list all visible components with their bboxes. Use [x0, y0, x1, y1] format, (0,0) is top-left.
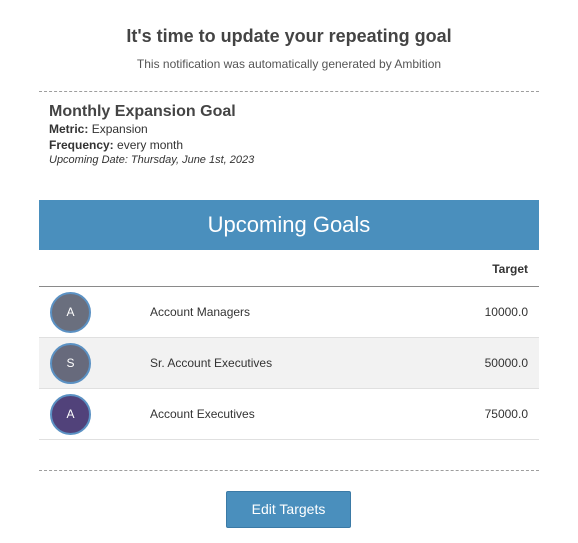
row-target-value: 10000.0: [484, 305, 528, 319]
row-target-value: 75000.0: [484, 407, 528, 421]
table-header: Target: [39, 250, 539, 287]
goal-metric-label: Metric:: [49, 122, 89, 136]
page-subtitle: This notification was automatically gene…: [136, 57, 442, 71]
avatar: A: [50, 292, 91, 333]
edit-targets-button[interactable]: Edit Targets: [226, 491, 351, 528]
top-divider: [39, 91, 539, 92]
row-target-value: 50000.0: [484, 356, 528, 370]
bottom-divider: [39, 470, 539, 471]
goal-metric-value: Expansion: [91, 122, 148, 136]
upcoming-goals-banner: Upcoming Goals: [39, 200, 539, 250]
avatar: A: [50, 394, 91, 435]
row-team-name: Account Managers: [150, 305, 251, 319]
goal-info: Monthly Expansion Goal Metric: Expansion…: [49, 103, 529, 168]
row-team-name: Account Executives: [150, 407, 255, 421]
table-row: S Sr. Account Executives 50000.0: [39, 338, 539, 389]
goal-frequency: Frequency: every month: [49, 137, 529, 153]
target-column-header: Target: [492, 262, 528, 276]
notification-email: It's time to update your repeating goal …: [0, 0, 578, 543]
row-team-name: Sr. Account Executives: [150, 356, 273, 370]
goal-frequency-value: every month: [117, 138, 184, 152]
goal-upcoming-date: Upcoming Date: Thursday, June 1st, 2023: [49, 154, 255, 166]
avatar: S: [50, 343, 91, 384]
goal-metric: Metric: Expansion: [49, 121, 529, 137]
goals-table: A Account Managers 10000.0 S Sr. Account…: [39, 287, 539, 440]
goal-frequency-label: Frequency:: [49, 138, 114, 152]
table-row: A Account Executives 75000.0: [39, 389, 539, 440]
page-title: It's time to update your repeating goal: [126, 26, 452, 46]
goal-name: Monthly Expansion Goal: [49, 103, 236, 120]
table-row: A Account Managers 10000.0: [39, 287, 539, 338]
